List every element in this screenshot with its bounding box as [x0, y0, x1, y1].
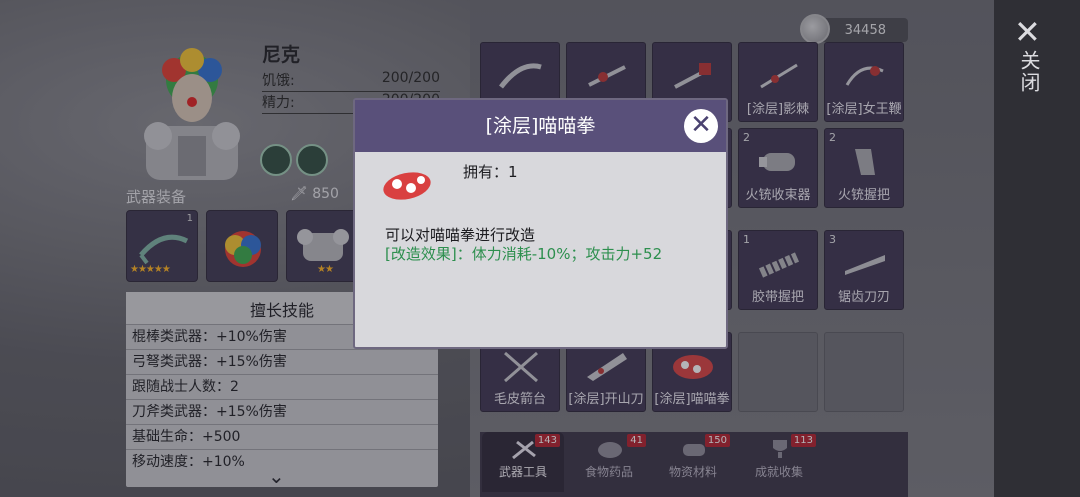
- owned-count: 拥有：1: [463, 163, 518, 181]
- item-detail-dialog: [涂层]喵喵拳 ✕ 拥有：1 可以对喵喵拳进行改造 [改造效果]：体力消耗-10…: [353, 98, 728, 349]
- cat-fist-icon: [383, 172, 431, 200]
- close-icon[interactable]: ✕: [684, 109, 718, 143]
- dialog-title: [涂层]喵喵拳: [355, 100, 726, 152]
- modification-effect: [改造效果]：体力消耗-10%；攻击力+52: [385, 245, 663, 263]
- close-label[interactable]: 关闭: [1016, 50, 1044, 94]
- close-icon[interactable]: ✕: [1014, 16, 1041, 48]
- item-description: 可以对喵喵拳进行改造: [385, 226, 536, 244]
